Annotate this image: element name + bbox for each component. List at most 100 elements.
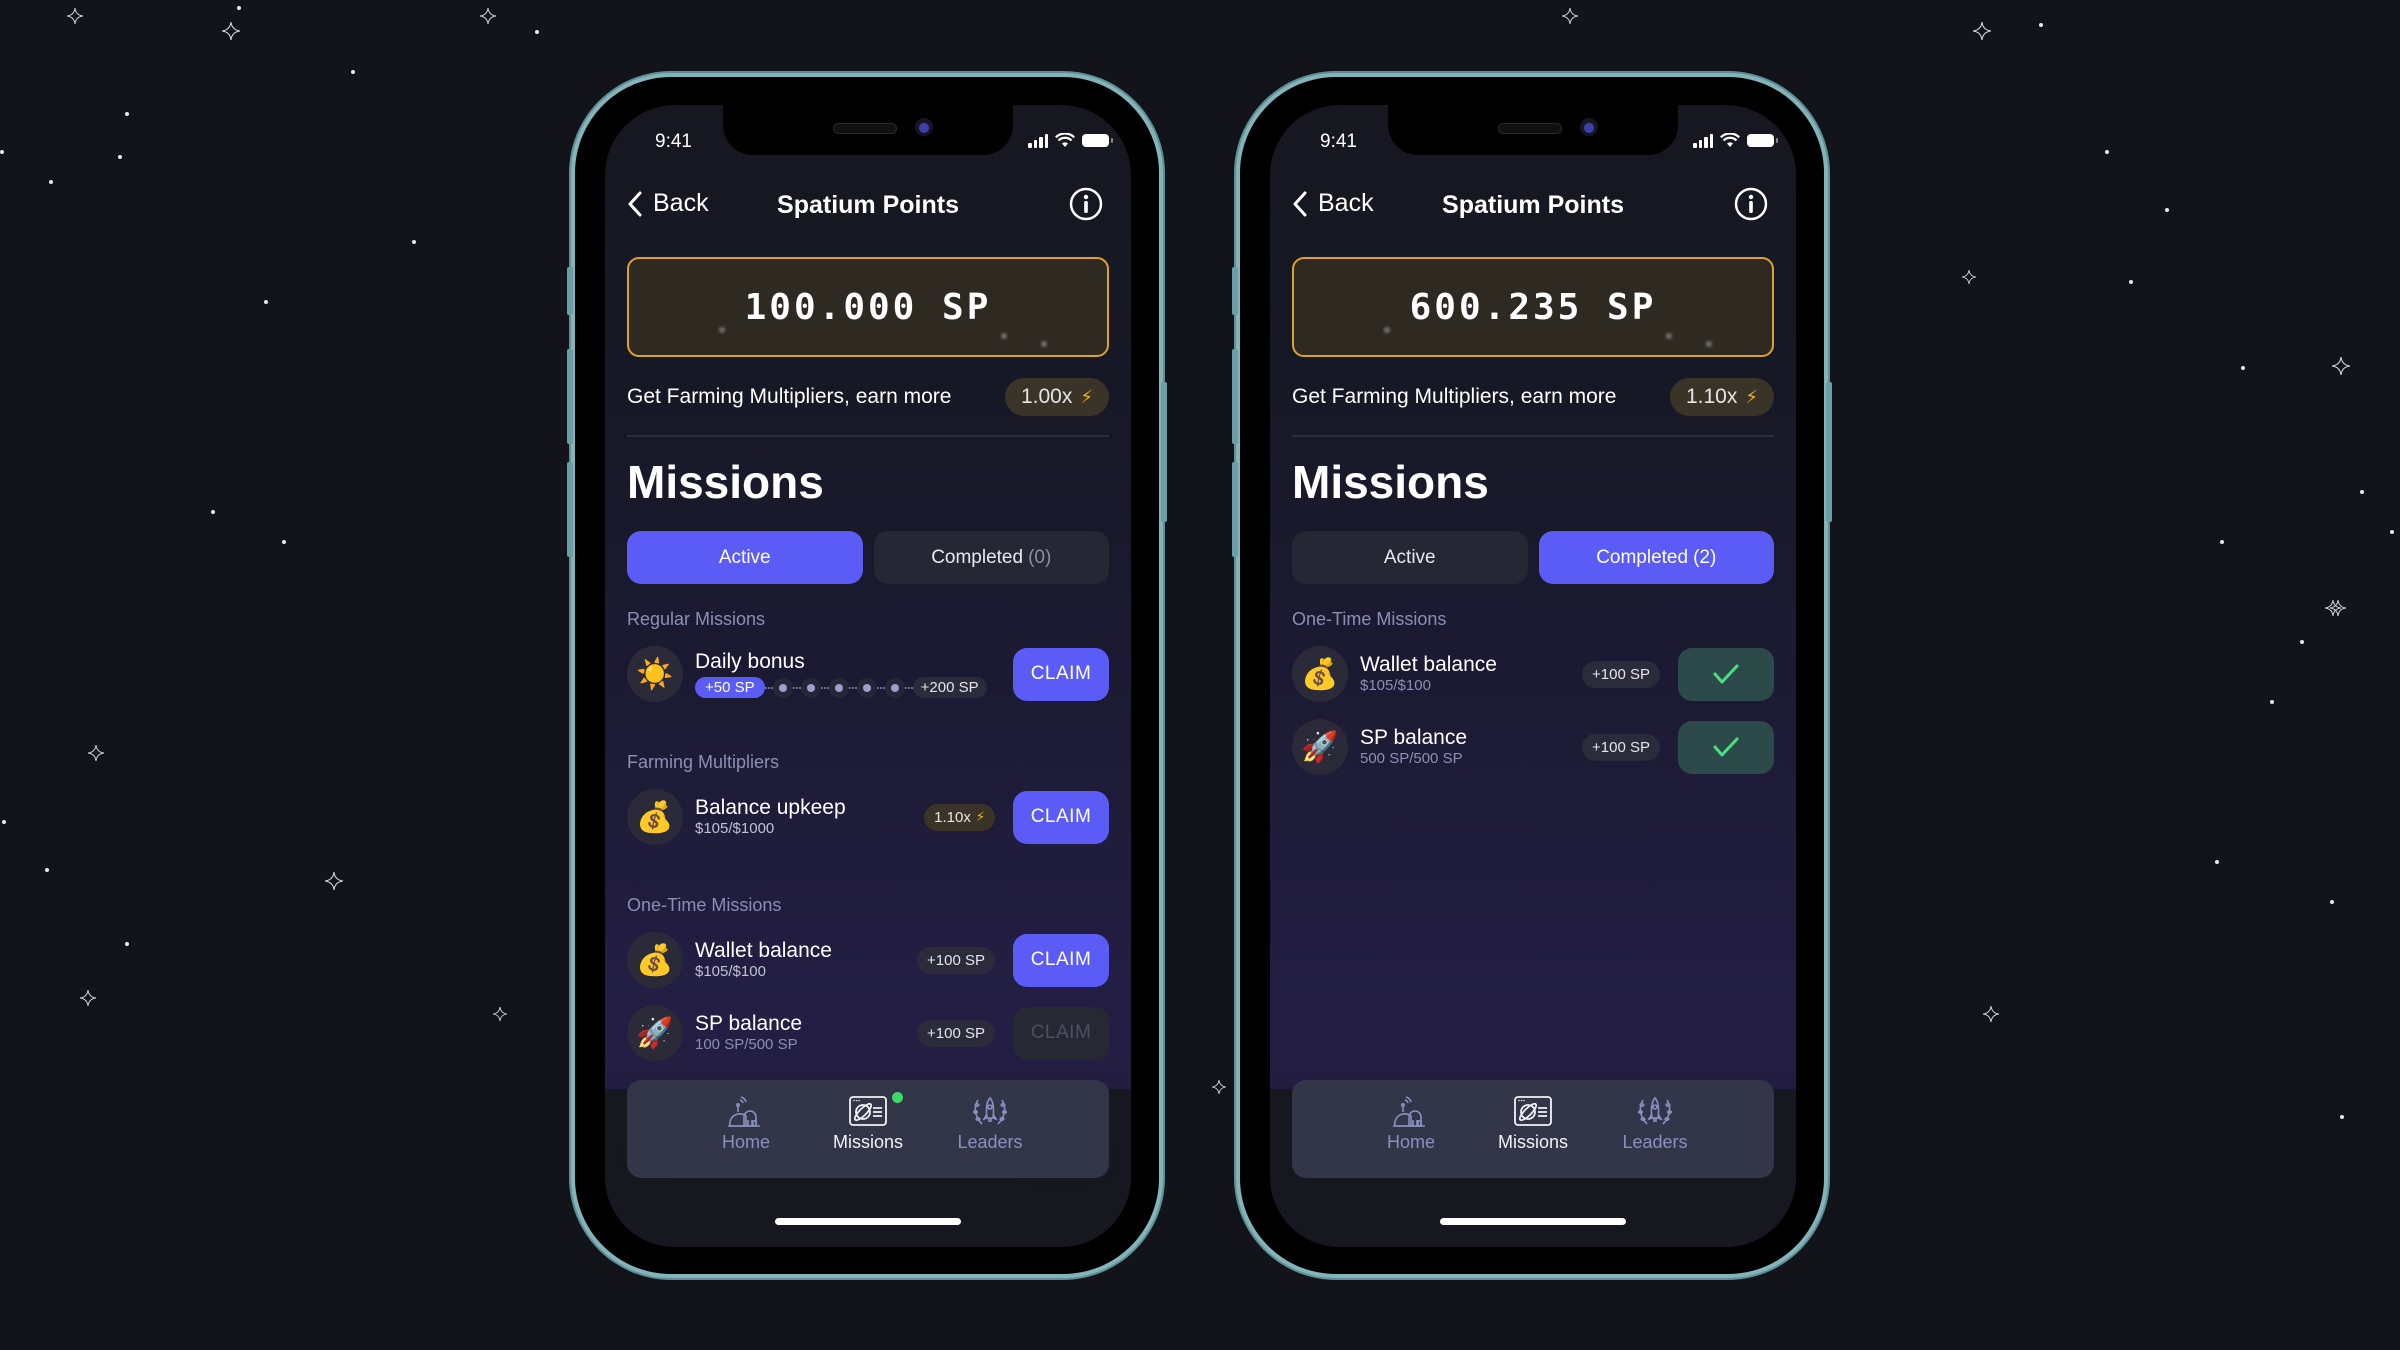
missions-card-icon	[849, 1096, 887, 1126]
missions-tabs: Active Completed (2)	[1292, 531, 1774, 584]
checkmark-icon	[1713, 737, 1739, 757]
mission-progress: $105/$100	[695, 963, 766, 980]
sparkle-star	[1983, 1006, 1999, 1022]
money-bag-icon: 💰	[1292, 646, 1348, 702]
status-time: 9:41	[1320, 131, 1357, 152]
star-dot	[2270, 700, 2274, 704]
mission-progress: $105/$100	[1360, 677, 1431, 694]
progress-step	[856, 677, 877, 698]
info-icon[interactable]	[1069, 187, 1103, 221]
chevron-left-icon	[1293, 191, 1307, 216]
back-label: Back	[653, 189, 709, 217]
tabbar-label: Missions	[832, 1132, 903, 1152]
back-label: Back	[1318, 189, 1374, 217]
star-dot	[118, 155, 122, 159]
tab-active[interactable]: Active	[1292, 531, 1528, 584]
sun-icon: ☀️	[627, 646, 683, 702]
star-dot	[412, 240, 416, 244]
farming-cta-text: Get Farming Multipliers, earn more	[627, 385, 952, 408]
volume-down-button	[1232, 462, 1238, 557]
star-dot	[2129, 280, 2133, 284]
completed-button[interactable]	[1678, 647, 1774, 701]
progress-start-reward: +50 SP	[695, 677, 765, 698]
tabbar-item-leaders[interactable]: Leaders	[945, 1094, 1035, 1178]
home-indicator[interactable]	[1440, 1218, 1626, 1225]
navigation-bar: Back Spatium Points	[1270, 175, 1796, 235]
tab-completed[interactable]: Completed (0)	[873, 531, 1109, 584]
star-dot	[2105, 150, 2109, 154]
sparkle-star	[1962, 270, 1976, 284]
farming-multiplier-row[interactable]: Get Farming Multipliers, earn more 1.00x…	[627, 377, 1109, 417]
tabbar-label: Leaders	[1622, 1132, 1688, 1152]
missions-card-icon	[1514, 1096, 1552, 1126]
star-dot	[2330, 900, 2334, 904]
section-one-time-missions: One-Time Missions	[1292, 609, 1447, 629]
mission-progress: $105/$1000	[695, 820, 775, 837]
sparkle-star	[325, 872, 343, 890]
star-dot	[2215, 860, 2219, 864]
star-dot	[125, 112, 129, 116]
status-time: 9:41	[655, 131, 692, 152]
multiplier-value: 1.00x	[1020, 385, 1073, 408]
multiplier-badge[interactable]: 1.10x ⚡	[1669, 378, 1774, 416]
tabbar-item-home[interactable]: Home	[1366, 1094, 1456, 1178]
completed-button[interactable]	[1678, 720, 1774, 774]
star-dot	[2390, 530, 2394, 534]
sp-reward-badge: +100 SP	[1582, 660, 1660, 688]
sparkle-star	[88, 745, 104, 761]
tab-completed[interactable]: Completed (2)	[1538, 531, 1774, 584]
mission-sp-balance: 🚀 SP balance 500 SP/500 SP +100 SP	[1292, 719, 1774, 775]
tabbar-item-home[interactable]: Home	[701, 1094, 791, 1178]
info-icon[interactable]	[1734, 187, 1768, 221]
mission-wallet-balance: 💰 Wallet balance $105/$100 +100 SP	[1292, 646, 1774, 702]
tab-active[interactable]: Active	[627, 531, 863, 584]
back-button[interactable]: Back	[1292, 189, 1374, 218]
multiplier-value: 1.10x	[1685, 385, 1738, 408]
home-dome-icon	[728, 1096, 760, 1127]
farming-multiplier-row[interactable]: Get Farming Multipliers, earn more 1.10x…	[1292, 377, 1774, 417]
tab-label: Completed	[1596, 546, 1689, 568]
claim-button[interactable]: CLAIM	[1013, 790, 1109, 844]
star-dot	[2, 820, 6, 824]
tabbar-label: Leaders	[957, 1132, 1023, 1152]
sparkle-star	[80, 990, 96, 1006]
claim-button[interactable]: CLAIM	[1013, 933, 1109, 987]
star-dot	[45, 868, 49, 872]
tab-label: Active	[1383, 546, 1436, 568]
leaders-laurel-icon	[1637, 1096, 1673, 1125]
tabbar-item-missions[interactable]: Missions	[1488, 1094, 1578, 1178]
missions-heading: Missions	[627, 456, 824, 508]
sp-reward-badge: +100 SP	[1582, 733, 1660, 761]
sparkle-star	[2330, 600, 2346, 616]
multiplier-reward-badge: 1.10x ⚡	[924, 803, 995, 831]
mission-progress: 500 SP/500 SP	[1360, 750, 1463, 767]
sparkle-star	[67, 8, 83, 24]
wifi-icon	[1055, 133, 1075, 147]
mission-name: Wallet balance	[1360, 653, 1497, 676]
progress-step	[884, 677, 905, 698]
claim-button[interactable]: CLAIM	[1013, 647, 1109, 701]
mission-name: SP balance	[1360, 726, 1468, 749]
multiplier-badge[interactable]: 1.00x ⚡	[1004, 378, 1109, 416]
rocket-icon: 🚀	[627, 1005, 683, 1061]
star-dot	[211, 510, 215, 514]
mission-name: Wallet balance	[695, 939, 832, 962]
sparkle-star	[1973, 22, 1991, 40]
volume-up-button	[1232, 349, 1238, 444]
mission-progress: 100 SP/500 SP	[695, 1036, 798, 1053]
battery-icon	[1082, 134, 1113, 147]
star-dot	[49, 180, 53, 184]
mission-balance-upkeep: 💰 Balance upkeep $105/$1000 1.10x ⚡ CLAIM	[627, 789, 1109, 845]
leaders-laurel-icon	[972, 1096, 1008, 1125]
tab-label: Completed	[931, 546, 1024, 568]
sparkle-star	[1562, 8, 1578, 24]
notification-dot	[892, 1092, 903, 1103]
tabbar-item-leaders[interactable]: Leaders	[1610, 1094, 1700, 1178]
back-button[interactable]: Back	[627, 189, 709, 218]
sp-balance-value: 600.235 SP	[1409, 286, 1657, 328]
tabbar-label: Home	[721, 1132, 770, 1152]
star-dot	[282, 540, 286, 544]
tabbar-item-missions[interactable]: Missions	[823, 1092, 913, 1178]
mission-name: Daily bonus	[695, 650, 805, 673]
home-indicator[interactable]	[775, 1218, 961, 1225]
